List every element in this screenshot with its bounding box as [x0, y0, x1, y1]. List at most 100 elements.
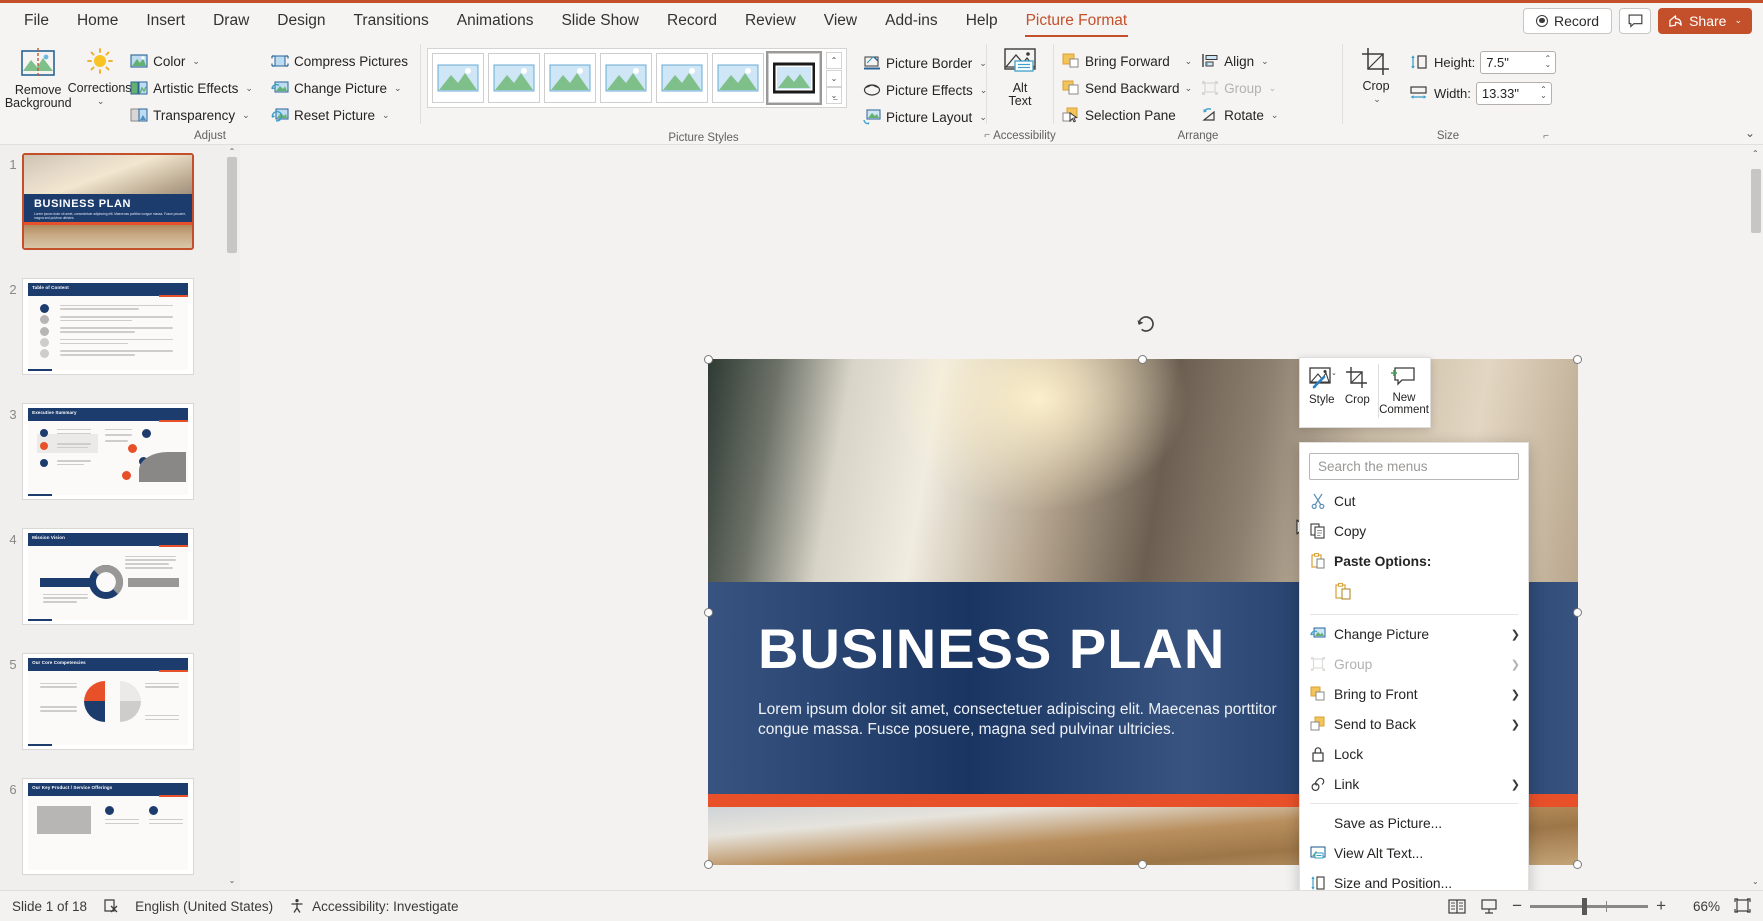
- gallery-more-button[interactable]: ⌄̲: [826, 87, 842, 104]
- slide-thumbnail-1[interactable]: BUSINESS PLAN Lorem ipsum dolor sit amet…: [22, 153, 194, 250]
- accessibility-status[interactable]: Accessibility: Investigate: [289, 898, 458, 914]
- record-button[interactable]: Record: [1523, 8, 1612, 34]
- slide-thumb-row-5[interactable]: 5 Our Core Competencies: [0, 645, 240, 750]
- zoom-out-button[interactable]: −: [1512, 899, 1522, 913]
- slide-thumbnail-2[interactable]: Table of Content: [22, 278, 194, 375]
- tab-view[interactable]: View: [810, 2, 871, 40]
- change-picture-chevron-down-icon[interactable]: ⌄: [394, 83, 402, 94]
- slide-editing-canvas[interactable]: BUSINESS PLAN Lorem ipsum dolor sit amet…: [240, 145, 1749, 890]
- ribbon-collapse-button[interactable]: ⌄: [1745, 126, 1755, 140]
- canvas-scroll-down-arrow[interactable]: ⌄: [1752, 877, 1759, 886]
- context-menu[interactable]: Search the menus Cut Copy Paste Options:: [1299, 442, 1529, 890]
- context-menu-item-copy[interactable]: Copy: [1300, 516, 1528, 546]
- language-indicator[interactable]: English (United States): [135, 899, 273, 914]
- align-button[interactable]: Align ⌄: [1199, 48, 1284, 74]
- picture-styles-gallery[interactable]: ⌃ ⌄ ⌄̲: [427, 48, 847, 108]
- canvas-scroll-thumb[interactable]: [1751, 169, 1761, 233]
- align-chevron-down-icon[interactable]: ⌄: [1261, 56, 1269, 67]
- size-dialog-launcher[interactable]: ⌐: [1543, 131, 1549, 142]
- transparency-chevron-down-icon[interactable]: ⌄: [242, 110, 250, 121]
- zoom-percentage[interactable]: 66%: [1680, 899, 1720, 914]
- transparency-button[interactable]: Transparency ⌄: [128, 102, 259, 128]
- color-button[interactable]: Color ⌄: [128, 48, 259, 74]
- panel-scroll-down-arrow[interactable]: ⌄: [227, 876, 237, 888]
- picture-style-option-4[interactable]: [600, 53, 652, 103]
- tab-slide-show[interactable]: Slide Show: [547, 2, 653, 40]
- paste-keep-formatting-icon[interactable]: [1334, 582, 1352, 605]
- canvas-scroll-up-arrow[interactable]: ⌃: [1752, 149, 1759, 158]
- crop-button[interactable]: Crop ⌄: [1349, 44, 1403, 109]
- share-chevron-down-icon[interactable]: ⌄: [1734, 15, 1742, 26]
- context-menu-item-view-alt-text[interactable]: View Alt Text...: [1300, 838, 1528, 868]
- color-chevron-down-icon[interactable]: ⌄: [192, 56, 200, 67]
- tab-review[interactable]: Review: [731, 2, 810, 40]
- comments-button[interactable]: [1619, 8, 1651, 34]
- corrections-chevron-down-icon[interactable]: ⌄: [97, 95, 105, 108]
- rotate-handle[interactable]: [1135, 313, 1157, 335]
- resize-handle-top-right[interactable]: [1573, 355, 1582, 364]
- zoom-in-button[interactable]: +: [1656, 899, 1666, 913]
- slide-thumb-row-4[interactable]: 4 Mission Vision: [0, 520, 240, 625]
- zoom-slider[interactable]: − +: [1512, 899, 1666, 913]
- tab-draw[interactable]: Draw: [199, 2, 263, 40]
- resize-handle-top-center[interactable]: [1138, 355, 1147, 364]
- tab-record[interactable]: Record: [653, 2, 731, 40]
- tab-design[interactable]: Design: [263, 2, 339, 40]
- resize-handle-bottom-right[interactable]: [1573, 860, 1582, 869]
- picture-style-option-3[interactable]: [544, 53, 596, 103]
- send-backward-chevron-down-icon[interactable]: ⌄: [1185, 83, 1193, 94]
- context-menu-item-bring-to-front[interactable]: Bring to Front ❯: [1300, 679, 1528, 709]
- resize-handle-middle-right[interactable]: [1573, 608, 1582, 617]
- slide-panel-scrollbar[interactable]: ⌃ ⌄: [225, 145, 239, 890]
- tab-home[interactable]: Home: [63, 2, 132, 40]
- context-menu-item-save-as-picture[interactable]: Save as Picture...: [1300, 808, 1528, 838]
- context-menu-item-link[interactable]: Link ❯: [1300, 769, 1528, 799]
- artistic-effects-chevron-down-icon[interactable]: ⌄: [245, 83, 253, 94]
- mini-style-button[interactable]: ⌄ Style: [1304, 364, 1340, 406]
- send-backward-button[interactable]: Send Backward ⌄: [1060, 75, 1198, 101]
- picture-style-option-5[interactable]: [656, 53, 708, 103]
- gallery-scroll-down-button[interactable]: ⌄: [826, 70, 842, 87]
- picture-style-option-2[interactable]: [488, 53, 540, 103]
- zoom-track[interactable]: [1530, 905, 1648, 908]
- change-picture-button[interactable]: Change Picture ⌄: [269, 75, 414, 101]
- resize-handle-bottom-center[interactable]: [1138, 860, 1147, 869]
- context-menu-item-cut[interactable]: Cut: [1300, 486, 1528, 516]
- mini-toolbar[interactable]: ⌄ Style Crop: [1299, 357, 1431, 428]
- picture-style-option-6[interactable]: [712, 53, 764, 103]
- accessibility-dialog-launcher[interactable]: ⌐: [984, 128, 990, 144]
- selection-pane-button[interactable]: Selection Pane: [1060, 102, 1198, 128]
- picture-style-option-7[interactable]: [768, 53, 820, 103]
- reset-picture-chevron-down-icon[interactable]: ⌄: [382, 110, 390, 121]
- tab-insert[interactable]: Insert: [132, 2, 199, 40]
- tab-help[interactable]: Help: [952, 2, 1012, 40]
- height-input[interactable]: 7.5" ⌃⌄: [1480, 51, 1556, 74]
- picture-border-chevron-down-icon[interactable]: ⌄: [979, 58, 987, 69]
- gallery-scroll-up-button[interactable]: ⌃: [826, 52, 842, 69]
- slide-thumb-row-6[interactable]: 6 Our Key Product / Service Offerings: [0, 770, 240, 875]
- context-menu-item-send-to-back[interactable]: Send to Back ❯: [1300, 709, 1528, 739]
- slide-thumbnail-5[interactable]: Our Core Competencies: [22, 653, 194, 750]
- tab-transitions[interactable]: Transitions: [340, 2, 443, 40]
- panel-scroll-thumb[interactable]: [227, 157, 237, 253]
- bring-forward-chevron-down-icon[interactable]: ⌄: [1185, 56, 1193, 67]
- presenter-view-button[interactable]: [1480, 898, 1498, 915]
- rotate-button[interactable]: Rotate ⌄: [1199, 102, 1284, 128]
- context-menu-item-change-picture[interactable]: Change Picture ❯: [1300, 619, 1528, 649]
- compress-pictures-button[interactable]: Compress Pictures: [269, 48, 414, 74]
- slide-thumb-row-1[interactable]: 1 BUSINESS PLAN Lorem ipsum dolor sit am…: [0, 145, 240, 250]
- remove-background-button[interactable]: Remove Background: [6, 44, 70, 113]
- context-menu-item-lock[interactable]: Lock: [1300, 739, 1528, 769]
- search-menus-input[interactable]: Search the menus: [1309, 453, 1519, 480]
- corrections-button[interactable]: Corrections ⌄: [71, 44, 128, 111]
- picture-layout-chevron-down-icon[interactable]: ⌄: [979, 112, 987, 123]
- slide-thumbnail-3[interactable]: Executive Summary: [22, 403, 194, 500]
- chevron-right-icon-change-picture[interactable]: ❯: [1505, 628, 1520, 641]
- mini-new-comment-button[interactable]: New Comment: [1382, 364, 1426, 416]
- picture-layout-button[interactable]: Picture Layout ⌄: [861, 104, 993, 130]
- reset-picture-button[interactable]: Reset Picture ⌄: [269, 102, 414, 128]
- resize-handle-top-left[interactable]: [704, 355, 713, 364]
- picture-effects-button[interactable]: Picture Effects ⌄: [861, 77, 993, 103]
- tab-animations[interactable]: Animations: [443, 2, 548, 40]
- chevron-right-icon-bring-to-front[interactable]: ❯: [1505, 688, 1520, 701]
